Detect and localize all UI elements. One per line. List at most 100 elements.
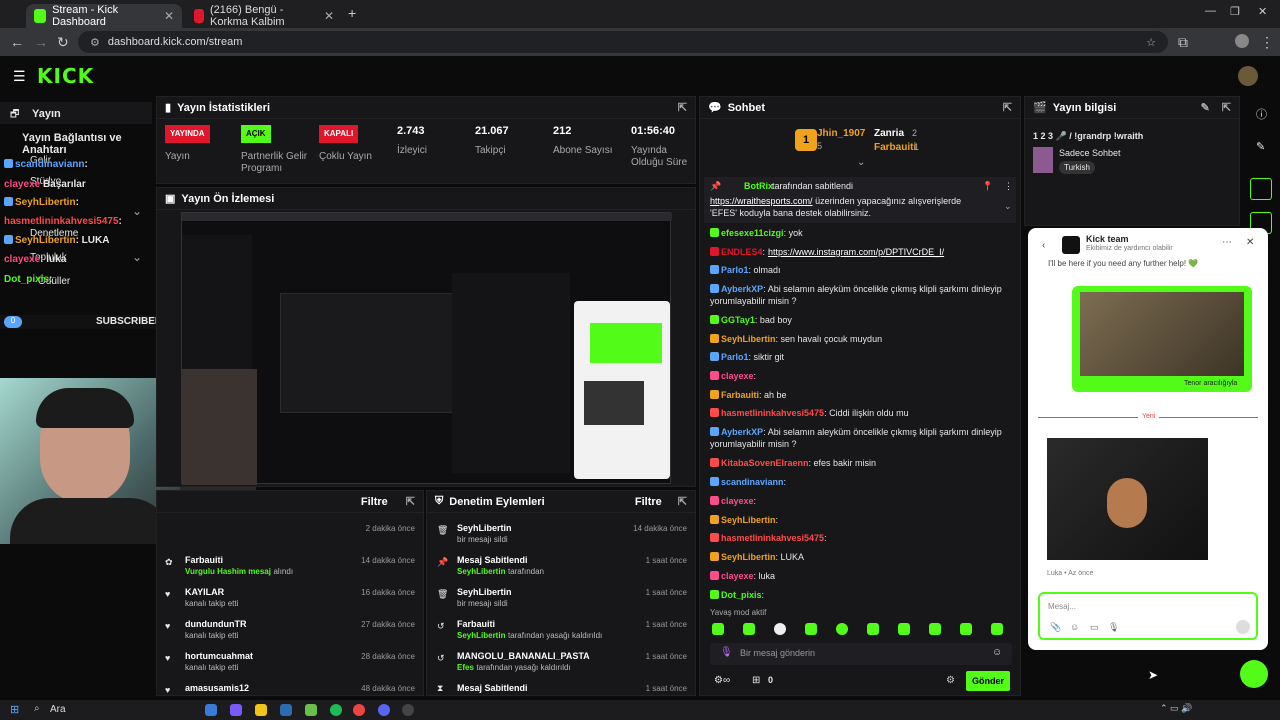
- files-icon[interactable]: [255, 704, 267, 716]
- edit-icon[interactable]: ✎: [1201, 101, 1210, 114]
- maximize-icon[interactable]: ❐: [1230, 5, 1240, 18]
- sidebar-item-stream-key[interactable]: Yayın Bağlantısı ve Anahtarı: [22, 132, 152, 156]
- chat-input[interactable]: 🎙 Bir mesaj gönderin ☺: [710, 643, 1012, 665]
- emote-icon[interactable]: [991, 623, 1003, 635]
- forward-icon[interactable]: →: [34, 34, 48, 50]
- chat-username[interactable]: clayexe: [721, 496, 754, 506]
- more-icon[interactable]: ⋮: [1004, 181, 1013, 192]
- unpin-icon[interactable]: 📍: [982, 181, 993, 192]
- pinned-link[interactable]: https://wraithesports.com/: [710, 196, 813, 206]
- emote-icon[interactable]: [867, 623, 879, 635]
- preview-video[interactable]: [181, 212, 672, 485]
- info-circle-icon[interactable]: ⓘ: [1256, 106, 1267, 122]
- browser-menu-icon[interactable]: ⋮: [1260, 34, 1274, 51]
- expand-icon[interactable]: ⇱: [1222, 101, 1231, 114]
- site-info-icon[interactable]: ⚙: [90, 36, 100, 49]
- close-icon[interactable]: ✕: [1246, 237, 1254, 248]
- chat-link[interactable]: https://www.instagram.com/p/DPTIVCrDE_I/: [768, 247, 944, 257]
- kick-logo[interactable]: KICK: [37, 64, 94, 88]
- emote-icon[interactable]: [898, 623, 910, 635]
- chat-username[interactable]: efesexe11cizgi: [721, 228, 784, 238]
- menu-icon[interactable]: ☰: [13, 68, 26, 85]
- emote-icon[interactable]: [960, 623, 972, 635]
- chat-username[interactable]: Parlo1: [721, 352, 749, 362]
- outlook-icon[interactable]: [280, 704, 292, 716]
- close-tab-icon[interactable]: ✕: [324, 9, 334, 23]
- obs-icon[interactable]: [402, 704, 414, 716]
- emote-icon[interactable]: [712, 623, 724, 635]
- back-icon[interactable]: ←: [10, 34, 24, 50]
- attach-icon[interactable]: 📎: [1050, 622, 1061, 633]
- chat-username[interactable]: SeyhLibertin: [721, 515, 776, 525]
- chat-username[interactable]: hasmetlininkahvesi5475: [721, 408, 824, 418]
- settings-icon[interactable]: ⚙: [946, 675, 955, 686]
- profile-avatar[interactable]: [1235, 34, 1249, 48]
- search-icon[interactable]: ⌕: [34, 703, 40, 714]
- back-icon[interactable]: ‹: [1042, 240, 1045, 251]
- chat-username[interactable]: AyberkXP: [721, 427, 763, 437]
- close-window-icon[interactable]: ✕: [1258, 5, 1267, 18]
- tray-icons[interactable]: ⌃ ▭ 🔊: [1160, 703, 1192, 714]
- close-tab-icon[interactable]: ✕: [164, 9, 174, 23]
- tab-youtube[interactable]: (2166) Bengü - Korkma Kalbim ✕: [186, 4, 342, 28]
- more-icon[interactable]: ⋯: [1222, 237, 1232, 248]
- bookmark-star-icon[interactable]: ☆: [1146, 36, 1156, 49]
- expand-icon[interactable]: ⇱: [678, 101, 687, 114]
- expand-icon[interactable]: ⇱: [406, 495, 415, 508]
- category-name[interactable]: Sadece Sohbet: [1059, 148, 1121, 158]
- chevron-down-icon[interactable]: ⌄: [1004, 201, 1012, 212]
- spotify-icon[interactable]: [330, 704, 342, 716]
- send-icon[interactable]: [1236, 620, 1250, 634]
- language-tag[interactable]: Turkish: [1059, 161, 1095, 174]
- chat-username[interactable]: Parlo1: [721, 265, 749, 275]
- pencil-icon[interactable]: ✎: [1256, 140, 1265, 153]
- leaderboard-toggle-icon[interactable]: ⌄: [857, 157, 865, 168]
- emote-icon[interactable]: [774, 623, 786, 635]
- leader-name[interactable]: Zanria: [874, 128, 904, 139]
- support-launcher-button[interactable]: [1240, 660, 1268, 688]
- received-gif[interactable]: [1047, 438, 1208, 560]
- emote-icon[interactable]: [929, 623, 941, 635]
- new-tab-icon[interactable]: +: [348, 5, 356, 21]
- chat-username[interactable]: KitabaSovenElraenn: [721, 458, 809, 468]
- send-button[interactable]: Gönder: [966, 671, 1010, 691]
- chat-username[interactable]: clayexe: [721, 571, 754, 581]
- store-icon[interactable]: [305, 704, 317, 716]
- leader-name[interactable]: Jhin_1907: [817, 128, 865, 139]
- expand-icon[interactable]: ⇱: [678, 495, 687, 508]
- edge-icon[interactable]: [205, 704, 217, 716]
- emote-icon[interactable]: [805, 623, 817, 635]
- camera-icon[interactable]: [1250, 178, 1272, 200]
- points-icon[interactable]: ⚙∞: [714, 675, 730, 686]
- emote-icon[interactable]: [743, 623, 755, 635]
- emoji-icon[interactable]: ☺: [992, 647, 1002, 658]
- emoji-icon[interactable]: ☺: [1070, 622, 1079, 632]
- filter-button[interactable]: Filtre: [361, 496, 388, 508]
- chat-username[interactable]: ENDLES4: [721, 247, 763, 257]
- copilot-icon[interactable]: [230, 704, 242, 716]
- chat-username[interactable]: SeyhLibertin: [721, 552, 776, 562]
- snake-gif[interactable]: [1080, 292, 1244, 376]
- chat-username[interactable]: clayexe: [721, 371, 754, 381]
- chat-username[interactable]: SeyhLibertin: [721, 334, 776, 344]
- chat-username[interactable]: Farbauiti: [721, 390, 759, 400]
- chat-username[interactable]: AyberkXP: [721, 284, 763, 294]
- sidebar-title[interactable]: Yayın: [32, 108, 61, 120]
- windows-start-icon[interactable]: ⊞: [10, 703, 19, 716]
- mic-icon[interactable]: 🎙: [720, 647, 733, 658]
- taskbar-search[interactable]: Ara: [50, 704, 66, 715]
- reload-icon[interactable]: ↻: [57, 34, 69, 51]
- support-input[interactable]: Mesaj... 📎 ☺ ▭ 🎙: [1038, 592, 1258, 640]
- chat-username[interactable]: Dot_pixis: [721, 590, 762, 600]
- chat-username[interactable]: hasmetlininkahvesi5475: [721, 533, 824, 543]
- discord-icon[interactable]: [378, 704, 390, 716]
- pinned-by-user[interactable]: BotRix: [744, 181, 773, 191]
- mic-icon[interactable]: 🎙: [1108, 622, 1119, 633]
- chat-username[interactable]: scandinaviann: [721, 477, 784, 487]
- user-avatar[interactable]: [1238, 66, 1258, 86]
- expand-icon[interactable]: ⇱: [1003, 101, 1012, 114]
- chrome-icon[interactable]: [353, 704, 365, 716]
- tab-kick-dashboard[interactable]: Stream - Kick Dashboard ✕: [26, 4, 182, 28]
- gif-icon[interactable]: ▭: [1090, 622, 1099, 633]
- url-field[interactable]: ⚙ dashboard.kick.com/stream ☆: [78, 31, 1168, 53]
